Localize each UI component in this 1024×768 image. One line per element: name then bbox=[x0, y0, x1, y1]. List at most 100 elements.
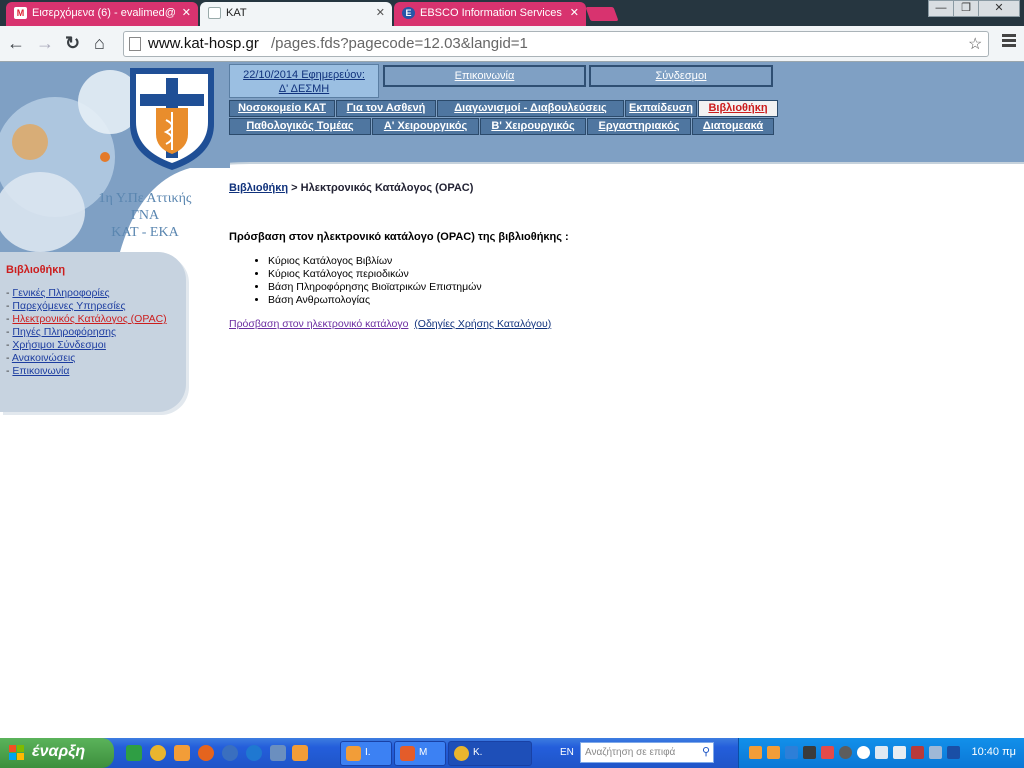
nav-library[interactable]: Βιβλιοθήκη bbox=[698, 100, 778, 117]
mail-icon bbox=[400, 746, 415, 761]
nav-patient[interactable]: Για τον Ασθενή bbox=[336, 100, 436, 117]
mail-client-icon bbox=[346, 746, 361, 761]
nav-education[interactable]: Εκπαίδευση bbox=[625, 100, 697, 117]
sidebar-link[interactable]: Επικοινωνία bbox=[12, 365, 69, 377]
close-icon[interactable]: ✕ bbox=[182, 6, 191, 19]
tray-icon[interactable] bbox=[749, 746, 762, 759]
quicklaunch-desktop-icon[interactable] bbox=[126, 745, 142, 761]
sidebar-link[interactable]: Γενικές Πληροφορίες bbox=[12, 287, 109, 299]
start-button[interactable]: έναρξη bbox=[0, 738, 114, 768]
contact-button[interactable]: Επικοινωνία bbox=[383, 65, 586, 87]
tray-icon[interactable] bbox=[839, 746, 852, 759]
nav-pathology[interactable]: Παθολογικός Τομέας bbox=[229, 118, 371, 135]
menu-icon[interactable] bbox=[1002, 34, 1016, 49]
taskbar-search-input[interactable]: Αναζήτηση σε επιφά ⚲ bbox=[580, 742, 714, 763]
mail-client-icon[interactable] bbox=[174, 745, 190, 761]
taskbar-item[interactable]: I. bbox=[340, 741, 392, 766]
tray-icon[interactable] bbox=[875, 746, 888, 759]
home-icon[interactable]: ⌂ bbox=[94, 32, 105, 54]
nav-surgery-b[interactable]: Β' Χειρουργικός bbox=[480, 118, 586, 135]
sidebar-title: Βιβλιοθήκη bbox=[6, 264, 66, 276]
tab-title: EBSCO Information Services bbox=[420, 7, 562, 19]
links-button[interactable]: Σύνδεσμοι bbox=[589, 65, 773, 87]
tab-ebsco[interactable]: E EBSCO Information Services ✕ bbox=[394, 2, 586, 26]
tab-kat[interactable]: ΚΑΤ ✕ bbox=[200, 2, 392, 26]
catalog-guide-link[interactable]: (Οδηγίες Χρήσης Καταλόγου) bbox=[414, 318, 551, 330]
opac-access-link[interactable]: Πρόσβαση στον ηλεκτρονικό κατάλογο bbox=[229, 318, 408, 330]
tab-title: ΚΑΤ bbox=[226, 7, 247, 19]
close-icon[interactable]: ✕ bbox=[570, 6, 579, 19]
tray-icon[interactable] bbox=[857, 746, 870, 759]
back-icon[interactable]: ← bbox=[7, 32, 25, 54]
sidebar-item-contact: - Επικοινωνία bbox=[6, 365, 167, 378]
bookmark-star-icon[interactable]: ☆ bbox=[968, 34, 982, 54]
explorer-icon[interactable] bbox=[270, 745, 286, 761]
start-label: έναρξη bbox=[32, 743, 86, 760]
sidebar-link[interactable]: Πηγές Πληροφόρησης bbox=[12, 326, 116, 338]
tray-icon[interactable] bbox=[821, 746, 834, 759]
breadcrumb-separator: > bbox=[288, 182, 301, 194]
nav-tenders[interactable]: Διαγωνισμοί - Διαβουλεύσεις bbox=[437, 100, 624, 117]
new-tab-button[interactable] bbox=[585, 7, 619, 21]
sidebar-item-opac: - Ηλεκτρονικός Κατάλογος (OPAC) bbox=[6, 313, 167, 326]
duty-group: Δ' ΔΕΣΜΗ bbox=[278, 83, 330, 95]
firefox-icon[interactable] bbox=[198, 745, 214, 761]
forward-icon[interactable]: → bbox=[36, 32, 54, 54]
maximize-button[interactable]: ❐ bbox=[953, 0, 979, 17]
tray-icon[interactable] bbox=[947, 746, 960, 759]
taskbar-item[interactable]: M bbox=[394, 741, 446, 766]
sidebar-link[interactable]: Χρήσιμοι Σύνδεσμοι bbox=[12, 339, 105, 351]
duty-date: 22/10/2014 Εφημερεύον: bbox=[243, 69, 365, 81]
web-page: 1η Υ.Πε Αττικής ΓΝΑ ΚΑΤ - ΕΚΑ 22/10/2014… bbox=[0, 62, 1024, 738]
nav-interdepartmental[interactable]: Διατομεακά bbox=[692, 118, 774, 135]
taskbar-item-active[interactable]: K. bbox=[448, 741, 532, 766]
window-close-button[interactable]: ✕ bbox=[978, 0, 1020, 17]
catalog-item: Κύριος Κατάλογος Βιβλίων bbox=[268, 255, 482, 268]
nav-laboratory[interactable]: Εργαστηριακός bbox=[587, 118, 691, 135]
language-indicator[interactable]: EN bbox=[560, 747, 574, 758]
catalog-list: Κύριος Κατάλογος Βιβλίων Κύριος Κατάλογο… bbox=[268, 255, 482, 307]
nav-hospital[interactable]: Νοσοκομείο ΚΑΤ bbox=[229, 100, 335, 117]
windows-taskbar: έναρξη I. M K. EN Αναζήτηση σε επιφά ⚲ 1… bbox=[0, 738, 1024, 768]
brand-line: ΓΝΑ bbox=[130, 208, 160, 223]
reload-icon[interactable]: ↻ bbox=[65, 32, 80, 54]
header-artwork: 1η Υ.Πε Αττικής ΓΝΑ ΚΑΤ - ΕΚΑ bbox=[0, 62, 230, 252]
media-player-icon[interactable] bbox=[222, 745, 238, 761]
on-duty-box[interactable]: 22/10/2014 Εφημερεύον: Δ' ΔΕΣΜΗ bbox=[229, 64, 379, 98]
taskbar-item-label: K. bbox=[473, 747, 483, 758]
mail-client-icon[interactable] bbox=[292, 745, 308, 761]
brand-line: 1η Υ.Πε Αττικής bbox=[98, 191, 192, 206]
sidebar-link-active[interactable]: Ηλεκτρονικός Κατάλογος (OPAC) bbox=[12, 313, 166, 325]
sidebar-link[interactable]: Ανακοινώσεις bbox=[12, 352, 75, 364]
taskbar-item-label: M bbox=[419, 747, 428, 758]
close-icon[interactable]: ✕ bbox=[376, 6, 385, 19]
page-icon bbox=[208, 7, 221, 19]
url-path: /pages.fds?pagecode=12.03&langid=1 bbox=[271, 35, 528, 52]
tray-icon[interactable] bbox=[803, 746, 816, 759]
sidebar-item-general: - Γενικές Πληροφορίες bbox=[6, 287, 167, 300]
taskbar-item-label: I. bbox=[365, 747, 371, 758]
tray-icon[interactable] bbox=[785, 746, 798, 759]
browser-toolbar: ← → ↻ ⌂ www.kat-hosp.gr /pages.fds?pagec… bbox=[0, 26, 1024, 62]
search-icon[interactable]: ⚲ bbox=[702, 745, 710, 758]
tray-icon[interactable] bbox=[929, 746, 942, 759]
tray-icon[interactable] bbox=[893, 746, 906, 759]
tray-icon[interactable] bbox=[911, 746, 924, 759]
browser-chrome: M Εισερχόμενα (6) - evalimed@ ✕ ΚΑΤ ✕ E … bbox=[0, 0, 1024, 62]
tab-gmail[interactable]: M Εισερχόμενα (6) - evalimed@ ✕ bbox=[6, 2, 198, 26]
tray-icon[interactable] bbox=[767, 746, 780, 759]
chrome-icon[interactable] bbox=[150, 745, 166, 761]
breadcrumb-library-link[interactable]: Βιβλιοθήκη bbox=[229, 182, 288, 194]
breadcrumb: Βιβλιοθήκη > Ηλεκτρονικός Κατάλογος (OPA… bbox=[229, 182, 473, 194]
sidebar-menu: - Γενικές Πληροφορίες - Παρεχόμενες Υπηρ… bbox=[6, 287, 167, 378]
minimize-button[interactable]: — bbox=[928, 0, 954, 17]
hospital-logo bbox=[130, 68, 214, 170]
nav-surgery-a[interactable]: Α' Χειρουργικός bbox=[372, 118, 479, 135]
breadcrumb-current: Ηλεκτρονικός Κατάλογος (OPAC) bbox=[300, 182, 474, 194]
catalog-item: Κύριος Κατάλογος περιοδικών bbox=[268, 268, 482, 281]
internet-explorer-icon[interactable] bbox=[246, 745, 262, 761]
chrome-icon bbox=[454, 746, 469, 761]
address-bar[interactable]: www.kat-hosp.gr /pages.fds?pagecode=12.0… bbox=[123, 31, 989, 57]
system-tray: 10:40 πμ bbox=[738, 738, 1024, 768]
sidebar-link[interactable]: Παρεχόμενες Υπηρεσίες bbox=[12, 300, 125, 312]
